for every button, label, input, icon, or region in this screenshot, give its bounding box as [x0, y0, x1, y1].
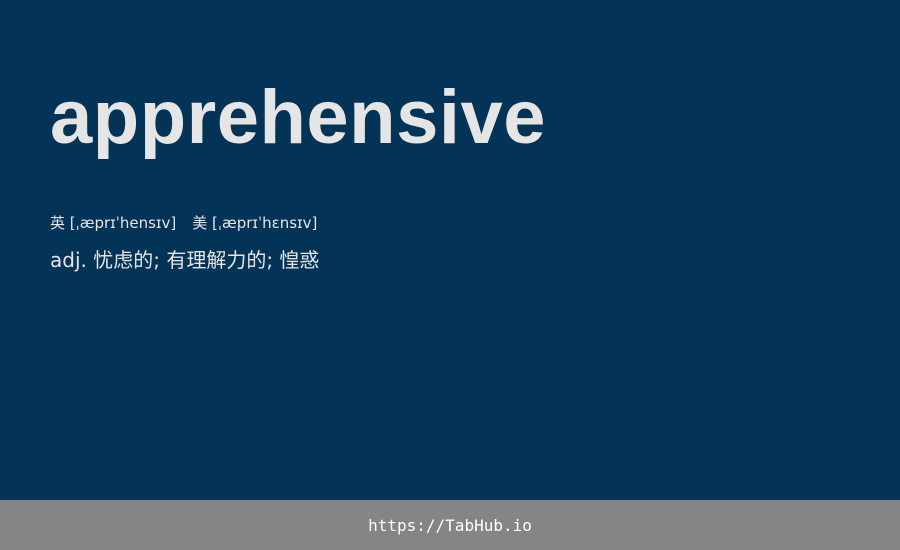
- uk-phonetic: 英 [ˌæprɪˈhensɪv]: [50, 214, 177, 232]
- phonetics-row: 英 [ˌæprɪˈhensɪv] 美 [ˌæprɪˈhɛnsɪv]: [50, 212, 317, 234]
- definition: adj. 忧虑的; 有理解力的; 惶惑: [50, 248, 320, 272]
- headword: apprehensive: [50, 75, 546, 160]
- footer-bar: https://TabHub.io: [0, 500, 900, 550]
- word-card: apprehensive 英 [ˌæprɪˈhensɪv] 美 [ˌæprɪˈhɛ…: [0, 0, 900, 500]
- tabhub-link[interactable]: https://TabHub.io: [368, 516, 532, 535]
- us-phonetic: 美 [ˌæprɪˈhɛnsɪv]: [192, 214, 318, 232]
